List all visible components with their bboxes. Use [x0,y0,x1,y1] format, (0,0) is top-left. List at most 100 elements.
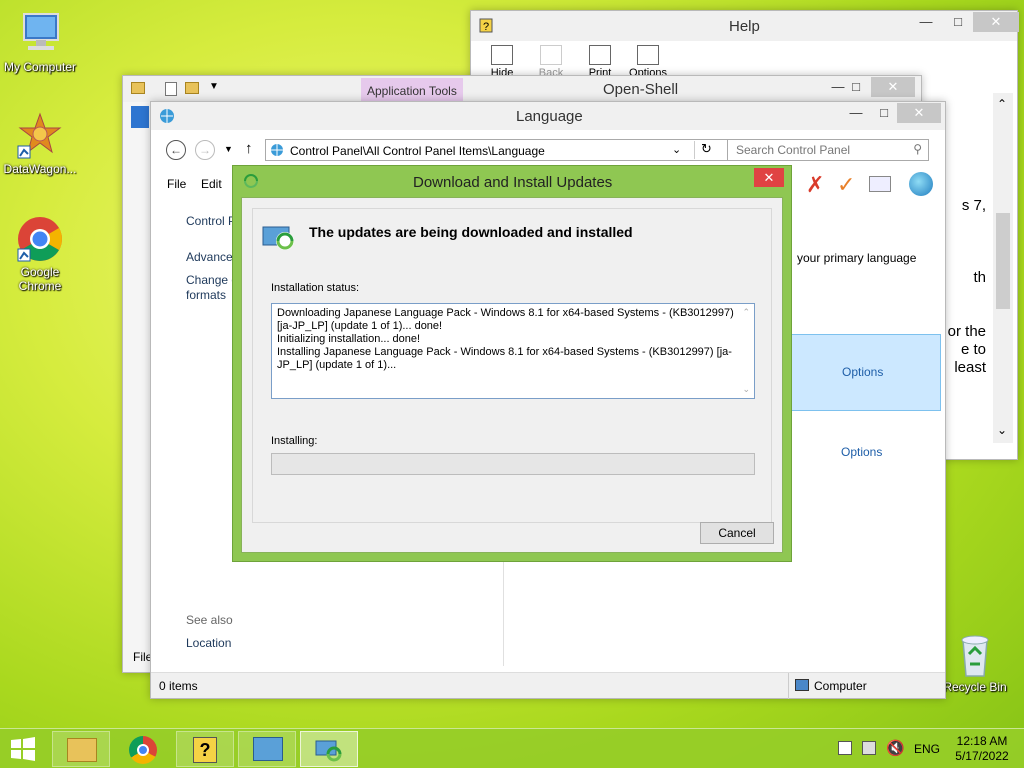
new-folder-icon [185,82,199,94]
minimize-button[interactable]: — [911,12,941,32]
chrome-icon [16,215,64,263]
help-window-title: Help [729,18,760,35]
clock-time: 12:18 AM [956,734,1008,748]
menu-edit[interactable]: Edit [201,177,222,191]
computer-icon [16,10,64,58]
help-scrollbar[interactable]: ⌃ ⌄ [993,93,1013,443]
status-item-count: 0 items [159,679,198,693]
volume-muted-icon[interactable]: 🔇 [886,739,905,757]
installation-status-label: Installation status: [271,282,360,294]
change-formats-link-line2[interactable]: formats [186,288,226,302]
see-also-heading: See also [186,613,233,627]
printer-icon [589,45,611,65]
back-arrow-icon [540,45,562,65]
control-panel-icon [270,143,284,157]
language-app-icon [159,108,175,124]
openshell-titlebar[interactable]: ▼ Application Tools Open-Shell — □ ✕ [123,76,921,102]
location-link[interactable]: Location [186,636,231,650]
taskbar-file-explorer[interactable] [52,731,110,767]
scroll-down-icon[interactable]: ⌄ [997,423,1007,437]
search-placeholder: Search Control Panel [736,143,851,157]
chevron-down-icon[interactable]: ▼ [209,81,219,92]
clock[interactable]: 12:18 AM 5/17/2022 [950,734,1014,764]
chrome-icon-center [137,744,149,756]
cancel-button[interactable]: Cancel [700,522,774,544]
options-link[interactable]: Options [842,365,883,379]
search-input[interactable]: Search Control Panel ⚲ [727,139,929,161]
apply-check-icon[interactable]: ✓ [837,172,855,198]
advanced-settings-link[interactable]: Advance [186,250,233,264]
taskbar-windows-update[interactable] [300,731,358,767]
desktop-icon-label: DataWagon... [3,162,77,176]
dialog-close-button[interactable]: ✕ [754,168,784,187]
start-button[interactable] [6,735,40,763]
close-button[interactable]: ✕ [973,12,1019,32]
control-panel-icon [253,737,283,761]
control-panel-home-link[interactable]: Control P [186,214,236,228]
menu-file[interactable]: File [167,177,186,191]
address-bar[interactable]: Control Panel\All Control Panel Items\La… [265,139,730,161]
desktop-icon-label: Recycle Bin [943,680,1007,694]
help-print-button[interactable]: Print [575,45,625,79]
taskbar-help[interactable]: ? [176,731,234,767]
download-install-dialog[interactable]: Download and Install Updates ✕ The updat… [232,165,792,562]
windows-update-icon [243,174,259,188]
status-divider [788,673,789,699]
address-dropdown-chevron-icon[interactable]: ⌄ [672,143,681,156]
primary-language-text: your primary language [797,251,917,265]
close-button[interactable]: ✕ [897,103,941,123]
refresh-icon[interactable]: ↻ [694,141,718,159]
search-icon[interactable]: ⚲ [913,142,922,156]
language-titlebar[interactable]: Language — □ ✕ [151,102,945,130]
help-app-icon: ? [479,17,495,33]
hide-icon [491,45,513,65]
taskbar-control-panel[interactable] [238,731,296,767]
help-options-button[interactable]: Options [623,45,673,79]
input-language-indicator[interactable]: ENG [914,742,940,756]
log-line: Downloading Japanese Language Pack - Win… [277,307,734,319]
windows-update-large-icon [261,223,297,251]
help-hide-button[interactable]: Hide [477,45,527,79]
close-button[interactable]: ✕ [871,77,915,97]
help-back-button[interactable]: Back [526,45,576,79]
remove-red-x-icon[interactable]: ✗ [806,172,824,198]
maximize-button[interactable]: □ [841,77,871,97]
desktop-icon-google-chrome[interactable]: Google Chrome [0,215,80,293]
openshell-window-title: Open-Shell [603,81,679,98]
taskbar-chrome[interactable] [114,731,172,767]
dialog-title: Download and Install Updates [413,174,613,191]
datawagon-icon [16,112,64,160]
language-row-selected[interactable]: Options [791,334,941,411]
desktop-icon-label: My Computer [3,60,77,74]
svg-text:?: ? [483,21,489,33]
scroll-down-icon[interactable]: ⌄ [742,383,750,396]
windows-update-icon [315,738,345,762]
desktop-icon-my-computer[interactable]: My Computer [0,10,80,74]
help-icon: ? [193,737,217,763]
back-arrow-icon[interactable]: ← [166,140,186,160]
dialog-header: The updates are being downloaded and ins… [252,208,772,523]
status-computer: Computer [814,679,867,693]
computer-icon [795,679,809,691]
change-formats-link-line1[interactable]: Change d [186,273,238,287]
recent-locations-chevron-icon[interactable]: ▼ [224,144,233,154]
window-icon[interactable] [869,176,891,192]
action-center-flag-icon[interactable] [838,741,852,755]
installation-log[interactable]: Downloading Japanese Language Pack - Win… [271,303,755,399]
up-arrow-icon[interactable]: ↑ [245,140,253,157]
scroll-up-icon[interactable]: ⌃ [997,97,1007,111]
minimize-button[interactable]: — [841,103,871,123]
scroll-up-icon[interactable]: ⌃ [742,306,750,319]
network-icon[interactable] [862,741,876,755]
ribbon-tab-application-tools[interactable]: Application Tools [361,78,463,102]
recycle-bin-icon [951,630,999,678]
maximize-button[interactable]: □ [869,103,899,123]
globe-icon[interactable] [909,172,933,196]
forward-arrow-icon[interactable]: → [195,140,215,160]
maximize-button[interactable]: □ [943,12,973,32]
desktop-icon-recycle-bin[interactable]: Recycle Bin [935,630,1015,694]
desktop-icon-datawagon[interactable]: DataWagon... [0,112,80,176]
scroll-thumb[interactable] [996,213,1010,309]
help-titlebar[interactable]: ? Help — □ ✕ [471,11,1019,41]
options-link[interactable]: Options [841,445,882,459]
